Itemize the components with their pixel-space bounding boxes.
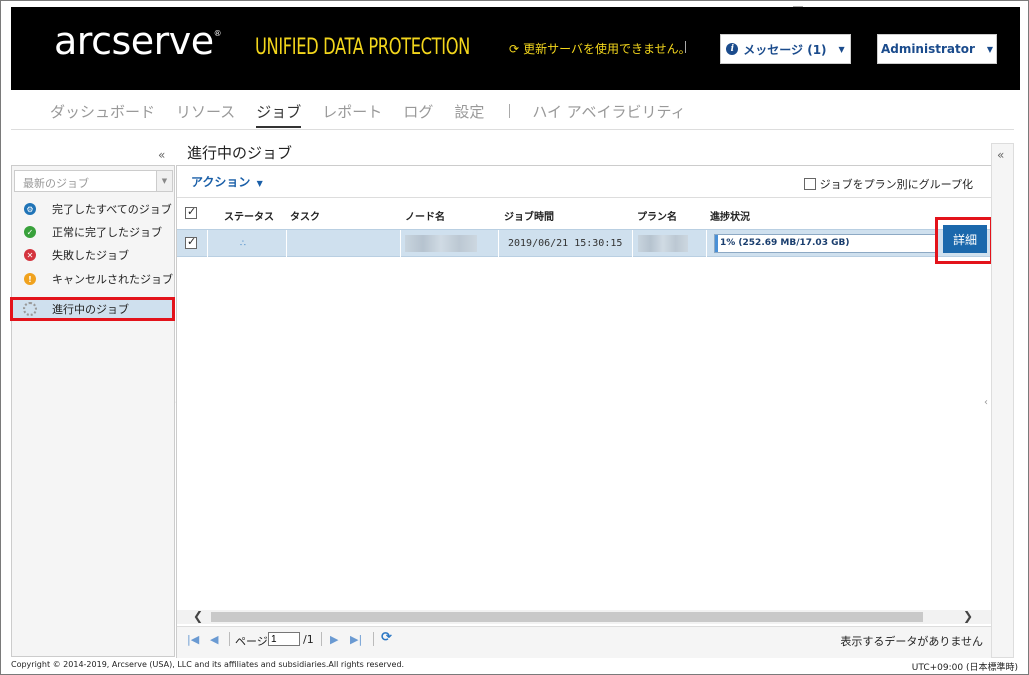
plan-name-redacted	[638, 235, 688, 252]
collapse-right-icon[interactable]: «	[997, 148, 1004, 162]
pagination-bar: |◀ ◀ ページ /1 ▶ ▶| ⟳ 表示するデータがありません	[177, 626, 991, 658]
cell-divider	[207, 230, 208, 257]
cell-divider	[400, 230, 401, 257]
timezone-text: UTC+09:00 (日本標準時)	[911, 663, 1018, 673]
tab-settings[interactable]: 設定	[454, 101, 484, 122]
update-notice[interactable]: ⟳ 更新サーバを使用できません。	[509, 40, 691, 57]
cell-divider	[632, 230, 633, 257]
page-number-input[interactable]	[268, 632, 300, 646]
select-all-checkbox[interactable]	[185, 205, 197, 219]
jobs-grid-panel: アクション ▼ ジョブをプラン別にグループ化 ステータス タスク ノード名 ジョ…	[176, 165, 993, 658]
scroll-left-icon[interactable]: ❮	[193, 609, 203, 623]
job-progress-bar: 1% (252.69 MB/17.03 GB)	[714, 234, 936, 253]
cell-divider	[498, 230, 499, 257]
main-nav: ダッシュボード リソース ジョブ レポート ログ 設定 ハイ アベイラビリティ	[50, 99, 707, 128]
job-filter-select[interactable]: 最新のジョブ ▼	[14, 170, 173, 192]
group-by-plan-checkbox[interactable]: ジョブをプラン別にグループ化	[803, 176, 973, 192]
next-page-icon[interactable]: ▶	[330, 633, 338, 646]
column-header-progress[interactable]: 進捗状況	[710, 208, 750, 223]
tab-dashboard[interactable]: ダッシュボード	[50, 101, 155, 122]
page-total: /1	[303, 633, 314, 646]
grid-header: ステータス タスク ノード名 ジョブ時間 プラン名 進捗状況	[177, 203, 991, 227]
job-time-cell: 2019/06/21 15:30:15	[508, 238, 623, 249]
refresh-warning-icon: ⟳	[509, 42, 520, 56]
copyright-text: Copyright © 2014-2019, Arcserve (USA), L…	[11, 660, 405, 669]
job-filter-panel: 最新のジョブ ▼ ⚙ 完了したすべてのジョブ ✓ 正常に完了したジョブ ✕ 失敗…	[11, 165, 175, 657]
chevron-down-icon: ▼	[256, 179, 263, 188]
scrollbar-thumb[interactable]	[211, 612, 923, 622]
filter-failed[interactable]: ✕ 失敗したジョブ	[24, 246, 129, 264]
no-data-message: 表示するデータがありません	[840, 635, 983, 648]
table-row[interactable]: ∴ 2019/06/21 15:30:15 1% (252.69 MB/17.0…	[177, 217, 993, 264]
arcserve-logo: arcserve®	[54, 19, 222, 63]
running-status-icon: ∴	[240, 239, 246, 249]
spinner-icon	[23, 302, 37, 316]
row-checkbox[interactable]	[185, 235, 197, 249]
details-button[interactable]: 詳細	[943, 225, 987, 253]
user-menu-button[interactable]: Administrator ▼	[877, 34, 997, 64]
progress-fill	[715, 235, 719, 252]
filter-successful[interactable]: ✓ 正常に完了したジョブ	[24, 223, 162, 241]
filter-in-progress[interactable]: 進行中のジョブ	[10, 297, 175, 321]
header-bar: arcserve® UNIFIED DATA PROTECTION ⟳ 更新サーバ…	[11, 7, 1020, 90]
app-window: arcserve® UNIFIED DATA PROTECTION ⟳ 更新サーバ…	[0, 0, 1029, 675]
page-title: 進行中のジョブ	[187, 144, 293, 162]
action-menu-button[interactable]: アクション ▼	[191, 173, 263, 190]
collapse-left-icon[interactable]: «	[158, 148, 165, 162]
header-divider	[685, 41, 686, 53]
horizontal-scrollbar[interactable]: ❮ ❯	[177, 609, 991, 624]
grid-toolbar: アクション ▼ ジョブをプラン別にグループ化	[177, 166, 991, 198]
cell-divider	[286, 230, 287, 257]
gear-status-icon: ⚙	[24, 203, 36, 215]
chevron-down-icon: ▼	[838, 44, 845, 54]
right-collapsed-panel: «	[991, 143, 1014, 658]
pager-divider	[229, 632, 230, 646]
tab-resources[interactable]: リソース	[176, 101, 235, 122]
tab-reports[interactable]: レポート	[322, 101, 382, 122]
scroll-right-icon[interactable]: ❯	[963, 609, 973, 623]
node-name-redacted	[405, 235, 477, 252]
refresh-icon[interactable]: ⟳	[381, 630, 392, 645]
info-icon: i	[726, 43, 739, 55]
product-name: UNIFIED DATA PROTECTION	[255, 35, 470, 60]
check-circle-icon: ✓	[24, 226, 36, 238]
prev-page-icon[interactable]: ◀	[210, 633, 218, 646]
error-circle-icon: ✕	[24, 249, 36, 261]
column-header-status[interactable]: ステータス	[224, 208, 274, 223]
checkbox-icon[interactable]	[803, 178, 816, 190]
tab-logs[interactable]: ログ	[403, 101, 433, 122]
warning-circle-icon: !	[24, 273, 36, 285]
chevron-down-icon: ▼	[986, 44, 994, 54]
messages-button[interactable]: i メッセージ (1) ▼	[720, 34, 851, 64]
right-resize-handle[interactable]: ‹	[984, 397, 988, 408]
tab-high-availability[interactable]: ハイ アベイラビリティ	[532, 101, 685, 122]
first-page-icon[interactable]: |◀	[187, 633, 199, 646]
column-header-job-time[interactable]: ジョブ時間	[504, 208, 554, 223]
cell-divider	[706, 230, 707, 257]
chevron-down-icon[interactable]: ▼	[156, 171, 172, 191]
page-label: ページ	[235, 635, 268, 648]
pager-divider	[321, 632, 322, 646]
filter-cancelled[interactable]: ! キャンセルされたジョブ	[24, 270, 173, 288]
last-page-icon[interactable]: ▶|	[350, 633, 362, 646]
nav-underline	[11, 129, 1014, 130]
column-header-plan[interactable]: プラン名	[637, 208, 677, 223]
tab-jobs[interactable]: ジョブ	[256, 101, 302, 128]
pager-divider	[373, 632, 374, 646]
filter-all-completed[interactable]: ⚙ 完了したすべてのジョブ	[24, 200, 172, 218]
column-header-task[interactable]: タスク	[290, 208, 320, 223]
nav-divider	[509, 104, 511, 118]
column-header-node[interactable]: ノード名	[405, 208, 445, 223]
details-highlight: 詳細	[935, 217, 993, 264]
